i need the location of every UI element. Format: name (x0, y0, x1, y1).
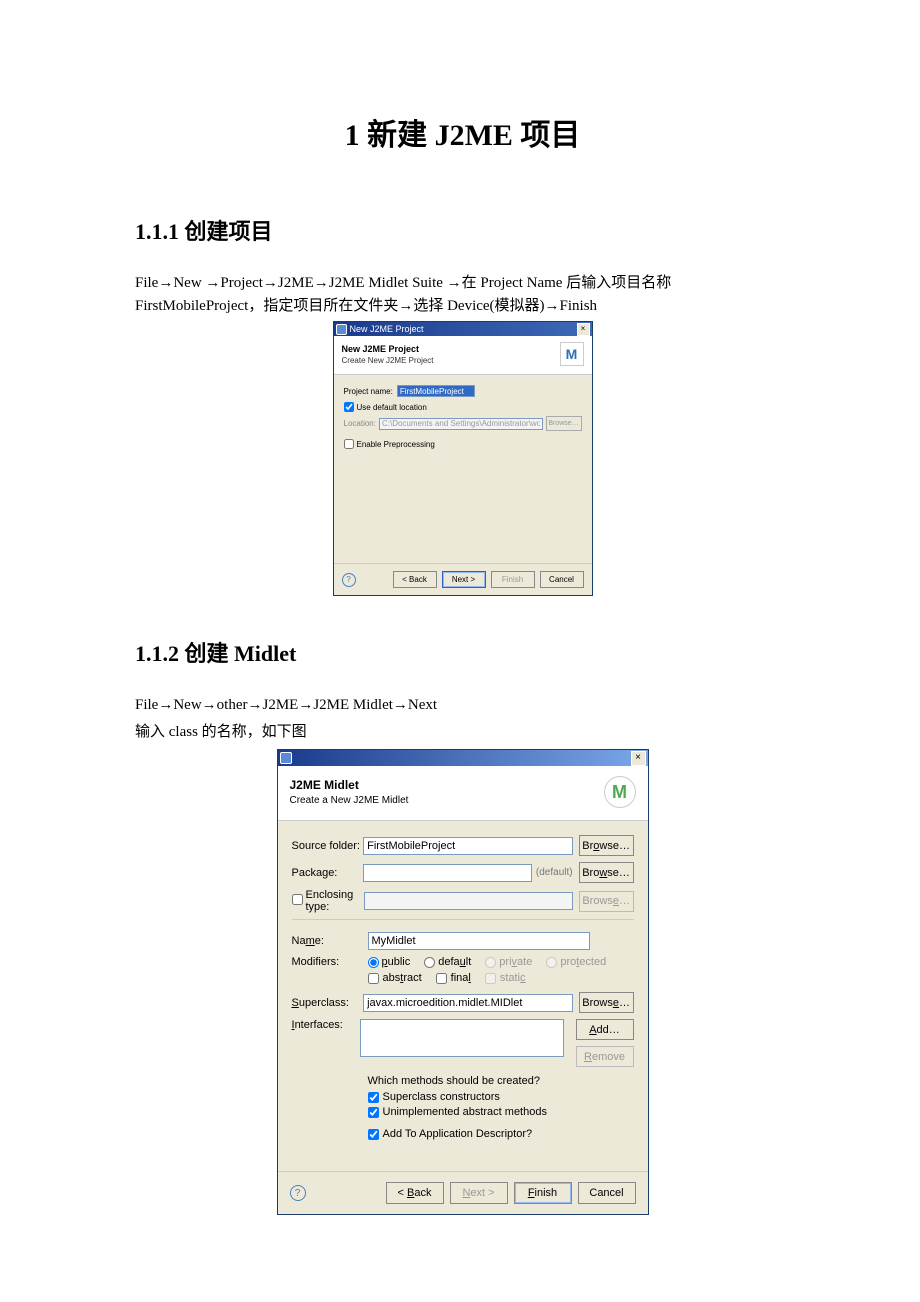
add-interface-button[interactable]: Add… (576, 1019, 634, 1040)
browse-button: Browse… (546, 416, 582, 431)
finish-button[interactable]: Finish (514, 1182, 572, 1204)
superclass-label: Superclass: (292, 997, 364, 1009)
section-2-para2: 输入 class 的名称，如下图 (135, 721, 790, 744)
unimplemented-methods-label: Unimplemented abstract methods (383, 1106, 547, 1118)
header-subtitle: Create New J2ME Project (342, 356, 434, 365)
back-button[interactable]: < Back (386, 1182, 444, 1204)
use-default-location-checkbox[interactable] (344, 402, 354, 412)
modifiers-label: Modifiers: (292, 956, 368, 968)
new-j2me-project-dialog: New J2ME Project × New J2ME Project Crea… (333, 321, 593, 596)
modifier-private-radio (485, 957, 496, 968)
banner-m-icon: M (604, 776, 636, 808)
methods-question: Which methods should be created? (368, 1075, 634, 1087)
modifier-public-radio[interactable] (368, 957, 379, 968)
enclosing-type-checkbox[interactable] (292, 894, 303, 905)
header-subtitle: Create a New J2ME Midlet (290, 795, 409, 806)
j2me-midlet-dialog: × J2ME Midlet Create a New J2ME Midlet M… (277, 749, 649, 1215)
section-1-para: File→New →Project→J2ME→J2ME Midlet Suite… (135, 272, 790, 317)
help-button[interactable]: ? (342, 573, 356, 587)
project-name-label: Project name: (344, 387, 393, 396)
doc-title: 1 新建 J2ME 项目 (135, 110, 790, 154)
interfaces-label: Interfaces: (292, 1019, 361, 1031)
add-app-descriptor-label: Add To Application Descriptor? (383, 1128, 533, 1140)
superclass-input[interactable] (363, 994, 573, 1012)
back-button[interactable]: < Back (393, 571, 437, 588)
modifier-final-checkbox[interactable] (436, 973, 447, 984)
name-input[interactable] (368, 932, 590, 950)
location-input (379, 418, 543, 430)
section-1-heading: 1.1.1 创建项目 (135, 214, 790, 246)
app-logo-icon (336, 324, 347, 335)
cancel-button[interactable]: Cancel (540, 571, 584, 588)
browse-package-button[interactable]: Browse… (579, 862, 634, 883)
dialog-titlebar: × (278, 750, 648, 766)
modifier-abstract-checkbox[interactable] (368, 973, 379, 984)
browse-superclass-button[interactable]: Browse… (579, 992, 634, 1013)
header-title: J2ME Midlet (290, 778, 409, 792)
section-2-heading: 1.1.2 创建 Midlet (135, 636, 790, 668)
next-button[interactable]: Next > (442, 571, 486, 588)
source-folder-label: Source folder: (292, 840, 364, 852)
modifier-protected-radio (546, 957, 557, 968)
use-default-location-label: Use default location (357, 403, 427, 412)
close-button[interactable]: × (631, 751, 646, 766)
section-2-para1: File→New→other→J2ME→J2ME Midlet→Next (135, 694, 790, 717)
name-label: Name: (292, 935, 368, 947)
browse-enclosing-button: Browse… (579, 891, 634, 912)
package-input[interactable] (363, 864, 532, 882)
superclass-constructors-label: Superclass constructors (383, 1091, 500, 1103)
modifier-default-radio[interactable] (424, 957, 435, 968)
enclosing-type-input (364, 892, 573, 910)
unimplemented-methods-checkbox[interactable] (368, 1107, 379, 1118)
modifier-static-checkbox (485, 973, 496, 984)
enable-preprocessing-label: Enable Preprocessing (357, 440, 435, 449)
header-title: New J2ME Project (342, 344, 434, 354)
enclosing-type-label: Enclosing type: (306, 889, 364, 913)
add-app-descriptor-checkbox[interactable] (368, 1129, 379, 1140)
dialog-header: J2ME Midlet Create a New J2ME Midlet M (278, 766, 648, 821)
app-logo-icon (280, 752, 292, 764)
dialog-title: New J2ME Project (350, 324, 424, 334)
enable-preprocessing-checkbox[interactable] (344, 439, 354, 449)
dialog-header: New J2ME Project Create New J2ME Project… (334, 336, 592, 375)
package-default-text: (default) (536, 867, 573, 878)
help-button[interactable]: ? (290, 1185, 306, 1201)
close-button[interactable]: × (577, 323, 590, 336)
remove-interface-button: Remove (576, 1046, 634, 1067)
next-button: Next > (450, 1182, 508, 1204)
superclass-constructors-checkbox[interactable] (368, 1092, 379, 1103)
location-label: Location: (344, 419, 376, 428)
finish-button: Finish (491, 571, 535, 588)
source-folder-input[interactable] (363, 837, 573, 855)
interfaces-list[interactable] (360, 1019, 563, 1057)
banner-m-icon: M (560, 342, 584, 366)
browse-source-button[interactable]: Browse… (579, 835, 634, 856)
cancel-button[interactable]: Cancel (578, 1182, 636, 1204)
package-label: Package: (292, 867, 364, 879)
dialog-titlebar: New J2ME Project × (334, 322, 592, 336)
project-name-input[interactable] (397, 385, 475, 397)
